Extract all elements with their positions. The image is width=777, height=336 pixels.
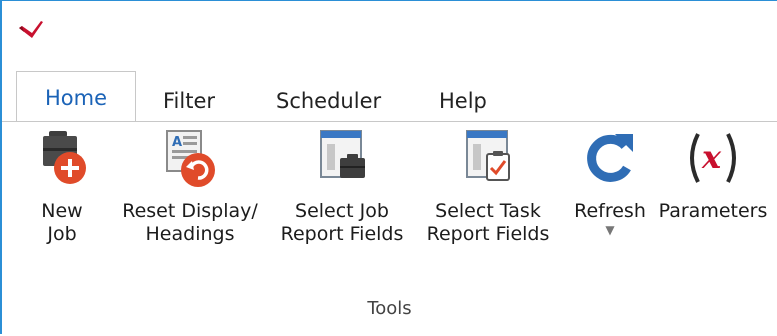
ribbon-panel: New Job A Reset Display/ Headings Select…	[2, 121, 777, 336]
select-job-report-fields-button[interactable]: Select Job Report Fields	[273, 128, 411, 246]
refresh-label: Refresh	[574, 200, 646, 222]
reset-display-headings-button[interactable]: A Reset Display/ Headings	[116, 128, 264, 246]
tab-filter[interactable]: Filter	[163, 81, 243, 121]
new-job-icon	[43, 131, 86, 184]
svg-text:A: A	[172, 135, 182, 150]
select-task-report-fields-label: Select Task Report Fields	[426, 200, 550, 245]
parameters-button[interactable]: x Parameters	[652, 128, 774, 223]
refresh-dropdown-caret-icon[interactable]: ▼	[565, 223, 655, 237]
select-task-report-fields-button[interactable]: Select Task Report Fields	[416, 128, 560, 246]
ribbon-tab-bar: Home Filter Scheduler Help	[2, 69, 777, 123]
new-job-label: New Job	[41, 200, 83, 245]
parameters-icon: x	[690, 133, 736, 183]
parameters-label: Parameters	[658, 200, 768, 222]
app-logo-icon	[19, 21, 43, 38]
tab-help[interactable]: Help	[439, 81, 499, 121]
new-job-button[interactable]: New Job	[22, 128, 102, 246]
reset-display-label: Reset Display/ Headings	[122, 200, 258, 245]
tab-scheduler[interactable]: Scheduler	[276, 81, 396, 121]
select-job-report-fields-icon	[320, 130, 365, 178]
refresh-icon	[587, 134, 633, 182]
svg-text:x: x	[701, 138, 722, 176]
select-job-report-fields-label: Select Job Report Fields	[280, 200, 404, 245]
reset-display-icon: A	[166, 130, 215, 187]
ribbon-group-label-tools: Tools	[367, 298, 412, 319]
title-bar	[2, 1, 777, 69]
tab-home[interactable]: Home	[16, 71, 136, 123]
select-task-report-fields-icon	[466, 130, 510, 181]
refresh-button[interactable]: Refresh ▼	[565, 128, 655, 237]
